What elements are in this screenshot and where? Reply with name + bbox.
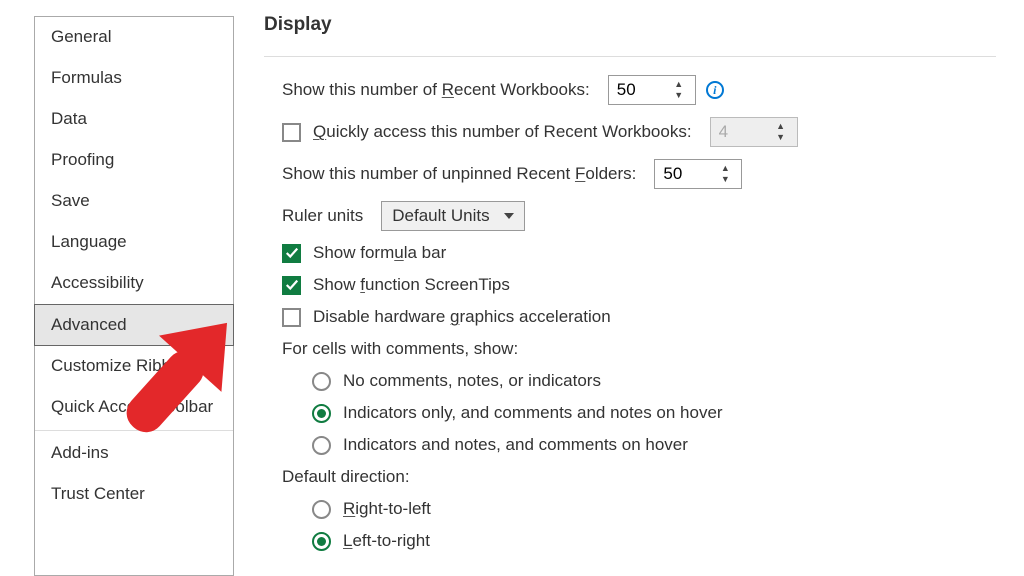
radio-rtl[interactable] bbox=[312, 500, 331, 519]
row-recent-folders: Show this number of unpinned Recent Fold… bbox=[264, 159, 996, 189]
row-comments-opt1: Indicators only, and comments and notes … bbox=[264, 403, 996, 423]
select-ruler-units[interactable]: Default Units bbox=[381, 201, 524, 231]
spinner-recent-workbooks[interactable]: ▲▼ bbox=[608, 75, 696, 105]
label-no-comments: No comments, notes, or indicators bbox=[343, 371, 601, 391]
label-formula-bar: Show formula bar bbox=[313, 243, 446, 263]
label-screentips: Show function ScreenTips bbox=[313, 275, 510, 295]
sidebar-item-quick-access-toolbar[interactable]: Quick Access Toolbar bbox=[35, 387, 233, 428]
row-ruler-units: Ruler units Default Units bbox=[264, 201, 996, 231]
sidebar-item-trust-center[interactable]: Trust Center bbox=[35, 474, 233, 515]
label-recent-folders: Show this number of unpinned Recent Fold… bbox=[282, 164, 636, 184]
label-rtl: Right-to-left bbox=[343, 499, 431, 519]
input-recent-folders[interactable] bbox=[655, 160, 715, 188]
input-quick-access bbox=[711, 118, 771, 146]
checkbox-screentips[interactable] bbox=[282, 276, 301, 295]
checkbox-disable-hw[interactable] bbox=[282, 308, 301, 327]
heading-comments: For cells with comments, show: bbox=[264, 339, 996, 359]
row-recent-workbooks: Show this number of Recent Workbooks: ▲▼… bbox=[264, 75, 996, 105]
row-comments-opt0: No comments, notes, or indicators bbox=[264, 371, 996, 391]
row-comments-opt2: Indicators and notes, and comments on ho… bbox=[264, 435, 996, 455]
sidebar-item-save[interactable]: Save bbox=[35, 181, 233, 222]
label-indicators-notes: Indicators and notes, and comments on ho… bbox=[343, 435, 688, 455]
options-main: Display Show this number of Recent Workb… bbox=[234, 0, 1024, 576]
label-quick-access: Quickly access this number of Recent Wor… bbox=[313, 122, 692, 142]
sidebar-item-add-ins[interactable]: Add-ins bbox=[35, 433, 233, 474]
label-indicators-only: Indicators only, and comments and notes … bbox=[343, 403, 723, 423]
radio-indicators-only[interactable] bbox=[312, 404, 331, 423]
checkbox-formula-bar[interactable] bbox=[282, 244, 301, 263]
label-recent-workbooks: Show this number of Recent Workbooks: bbox=[282, 80, 590, 100]
spinner-quick-access: ▲▼ bbox=[710, 117, 798, 147]
radio-no-comments[interactable] bbox=[312, 372, 331, 391]
label-ltr: Left-to-right bbox=[343, 531, 430, 551]
info-icon[interactable]: i bbox=[706, 81, 724, 99]
spinner-arrows-icon[interactable]: ▲▼ bbox=[669, 76, 689, 104]
chevron-down-icon bbox=[504, 213, 514, 219]
row-disable-hw: Disable hardware graphics acceleration bbox=[264, 307, 996, 327]
radio-ltr[interactable] bbox=[312, 532, 331, 551]
row-screentips: Show function ScreenTips bbox=[264, 275, 996, 295]
sidebar-item-proofing[interactable]: Proofing bbox=[35, 140, 233, 181]
options-sidebar: General Formulas Data Proofing Save Lang… bbox=[34, 16, 234, 576]
row-formula-bar: Show formula bar bbox=[264, 243, 996, 263]
label-disable-hw: Disable hardware graphics acceleration bbox=[313, 307, 611, 327]
label-ruler-units: Ruler units bbox=[282, 206, 363, 226]
sidebar-item-customize-ribbon[interactable]: Customize Ribbon bbox=[35, 346, 233, 387]
section-title-display: Display bbox=[264, 14, 996, 36]
spinner-arrows-icon[interactable]: ▲▼ bbox=[715, 160, 735, 188]
sidebar-item-language[interactable]: Language bbox=[35, 222, 233, 263]
spinner-arrows-icon: ▲▼ bbox=[771, 118, 791, 146]
sidebar-item-general[interactable]: General bbox=[35, 17, 233, 58]
spinner-recent-folders[interactable]: ▲▼ bbox=[654, 159, 742, 189]
sidebar-item-formulas[interactable]: Formulas bbox=[35, 58, 233, 99]
row-direction-ltr: Left-to-right bbox=[264, 531, 996, 551]
heading-direction: Default direction: bbox=[264, 467, 996, 487]
sidebar-item-advanced[interactable]: Advanced bbox=[34, 304, 234, 346]
sidebar-item-data[interactable]: Data bbox=[35, 99, 233, 140]
input-recent-workbooks[interactable] bbox=[609, 76, 669, 104]
sidebar-item-accessibility[interactable]: Accessibility bbox=[35, 263, 233, 304]
checkbox-quick-access[interactable] bbox=[282, 123, 301, 142]
row-direction-rtl: Right-to-left bbox=[264, 499, 996, 519]
radio-indicators-notes[interactable] bbox=[312, 436, 331, 455]
row-quick-access: Quickly access this number of Recent Wor… bbox=[264, 117, 996, 147]
